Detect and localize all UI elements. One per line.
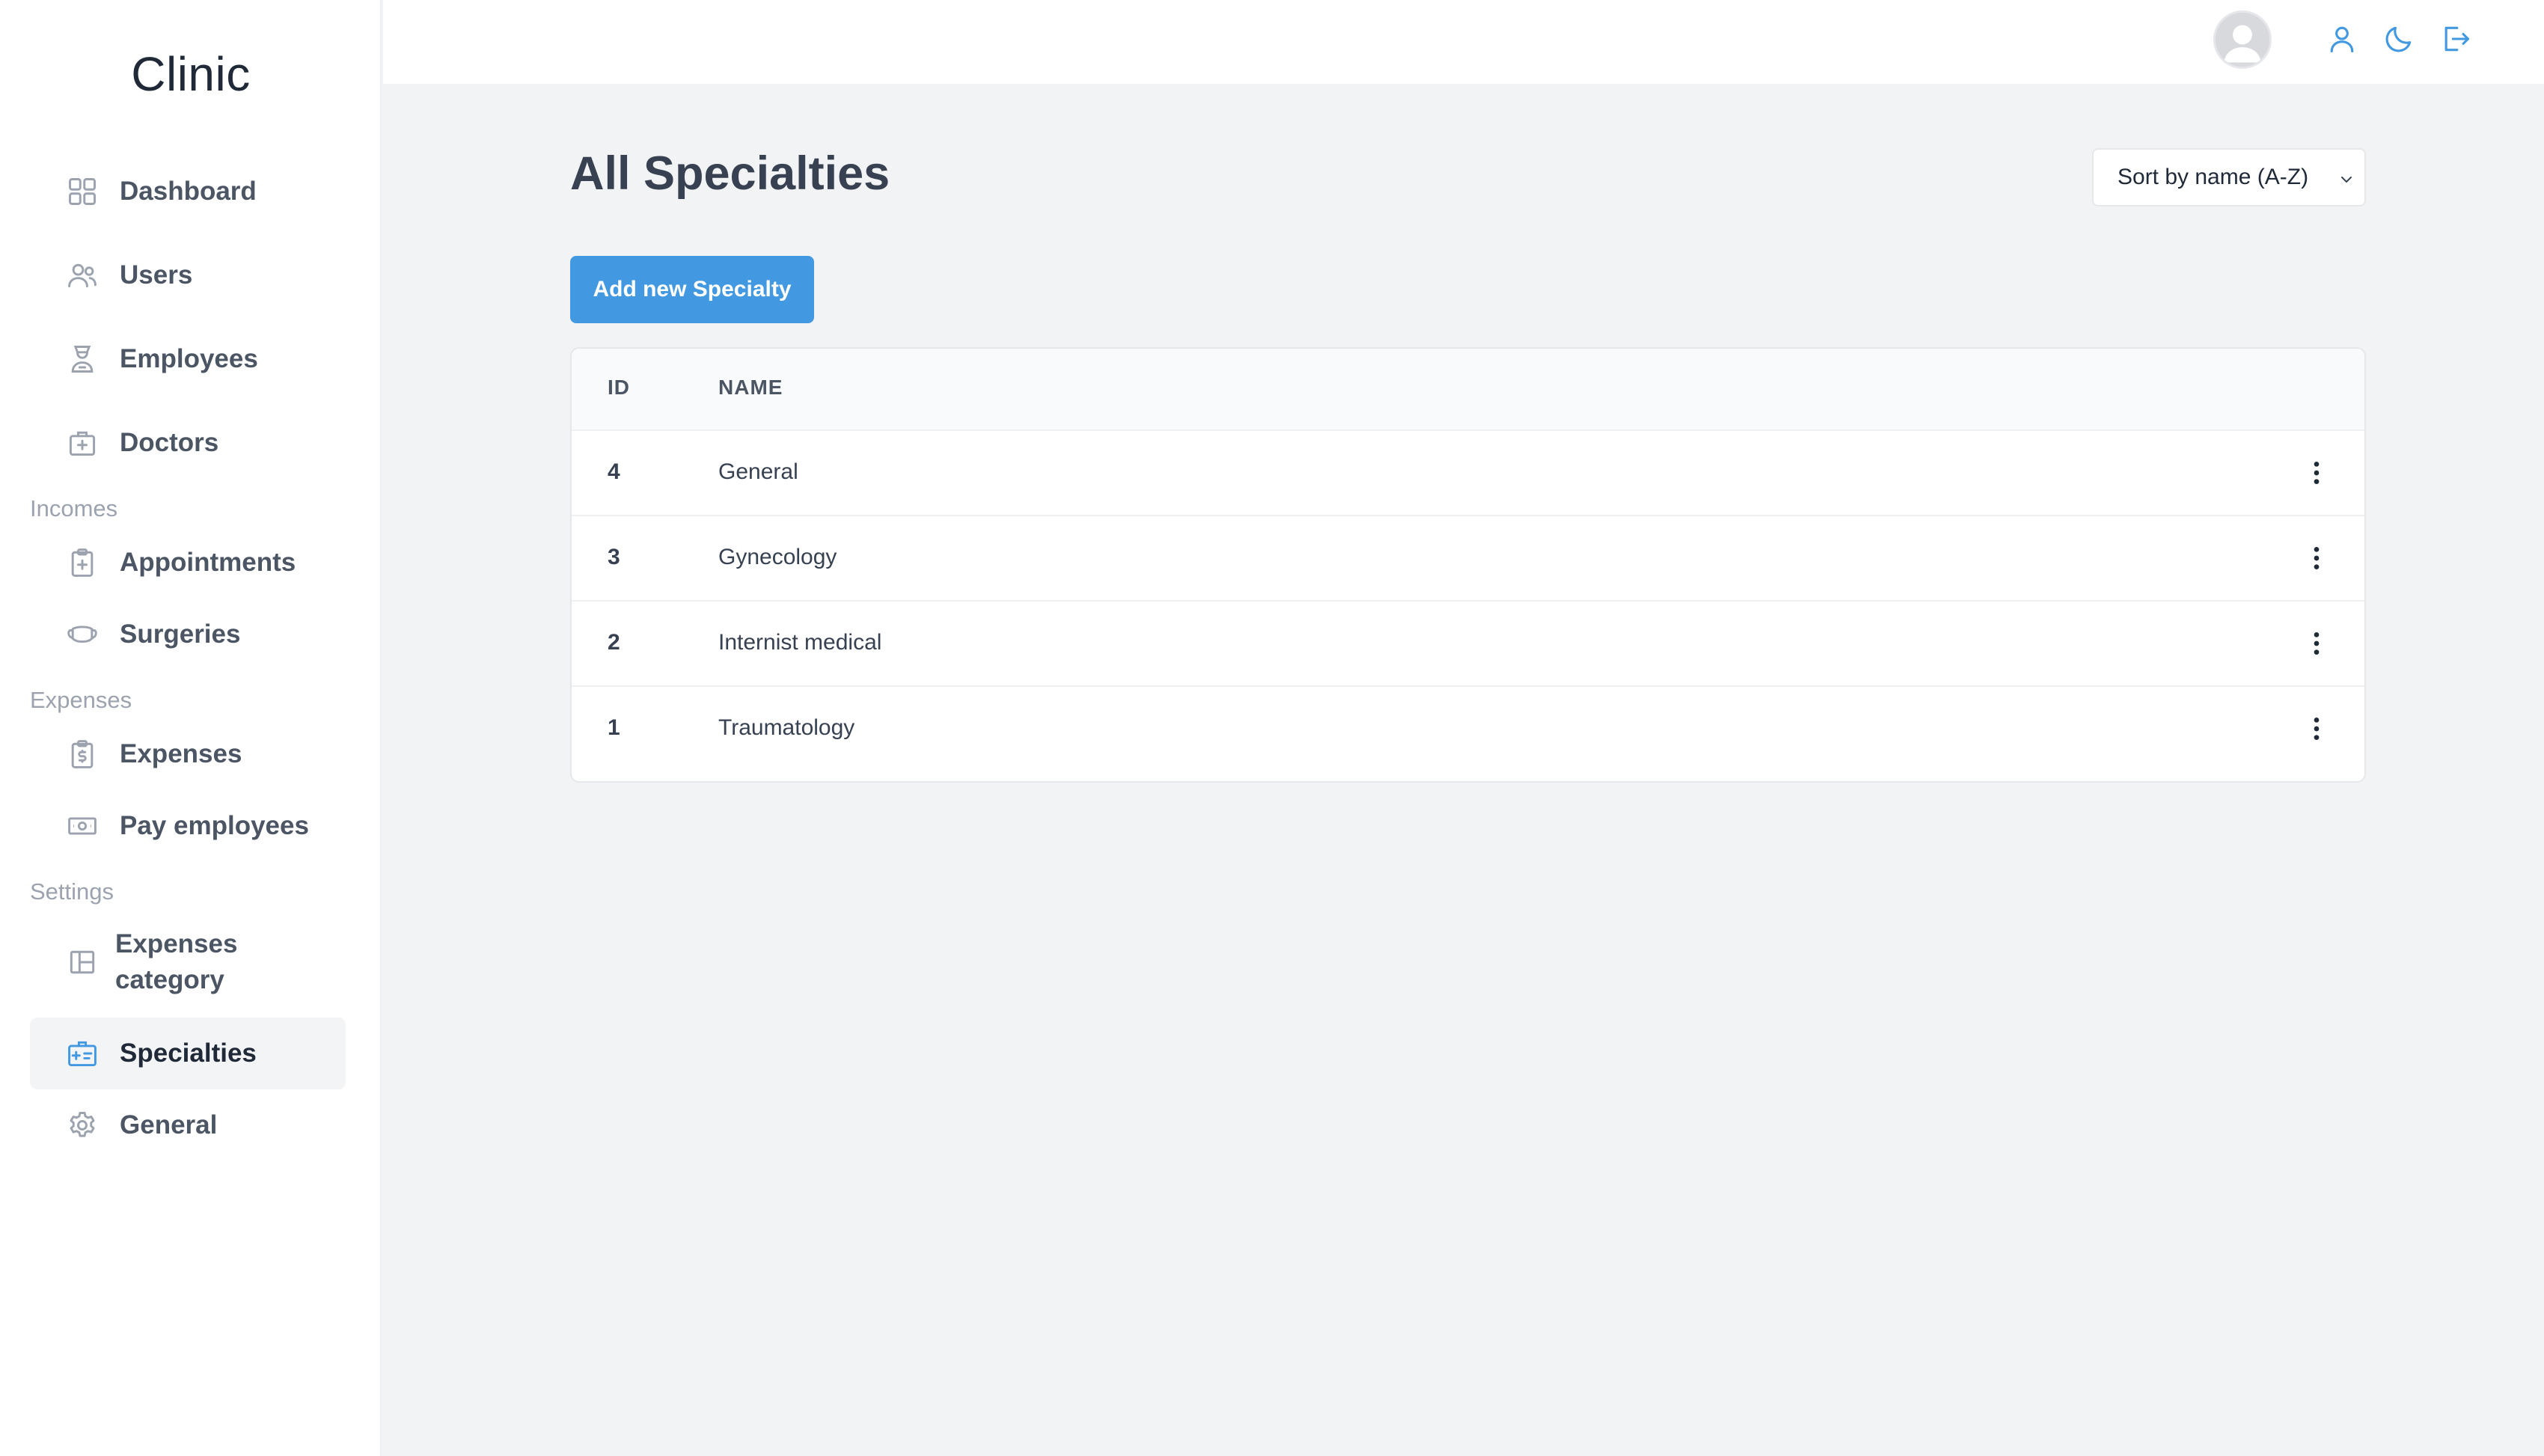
employee-icon xyxy=(66,343,99,376)
section-label-expenses: Expenses xyxy=(30,687,132,713)
banknote-icon xyxy=(66,810,99,842)
page-title: All Specialties xyxy=(570,147,890,200)
sidebar-item-label: Employees xyxy=(120,344,258,373)
cell-name: Traumatology xyxy=(718,715,855,740)
section-label-settings: Settings xyxy=(30,878,114,905)
table-header: ID NAME xyxy=(572,349,2364,431)
gear-icon xyxy=(66,1109,99,1142)
sidebar-item-label: Expenses xyxy=(120,739,242,768)
sidebar: Clinic Dashboard Users Employees Doctors… xyxy=(0,0,382,1456)
table-row: 4 General xyxy=(572,431,2364,516)
table-row: 2 Internist medical xyxy=(572,602,2364,687)
table-row: 1 Traumatology xyxy=(572,687,2364,772)
cell-id: 1 xyxy=(608,715,620,740)
section-label-incomes: Incomes xyxy=(30,495,118,521)
sidebar-item-label: Pay employees xyxy=(120,811,309,840)
sidebar-item-label: Users xyxy=(120,260,193,290)
row-actions-menu-icon[interactable] xyxy=(2300,627,2333,660)
sort-select[interactable]: Sort by name (A-Z) xyxy=(2092,148,2366,207)
sidebar-item-label: Dashboard xyxy=(120,177,257,206)
specialties-table: ID NAME 4 General 3 Gynecology 2 Interni… xyxy=(570,347,2366,783)
sidebar-item-label: Expenses category xyxy=(115,929,238,994)
moon-icon[interactable] xyxy=(2382,22,2415,55)
brand-logo: Clinic xyxy=(131,47,251,101)
users-icon xyxy=(66,259,99,292)
sort-select-value: Sort by name (A-Z) xyxy=(2118,165,2309,189)
row-actions-menu-icon[interactable] xyxy=(2300,712,2333,745)
cell-name: General xyxy=(718,459,798,484)
avatar[interactable] xyxy=(2213,10,2272,69)
sidebar-item-surgeries[interactable]: Surgeries xyxy=(30,599,346,670)
logout-icon[interactable] xyxy=(2439,22,2472,55)
doctor-bag-icon xyxy=(66,426,99,459)
chevron-down-icon xyxy=(2337,169,2355,187)
sidebar-item-label: Specialties xyxy=(120,1039,257,1068)
cell-name: Gynecology xyxy=(718,545,837,569)
row-actions-menu-icon[interactable] xyxy=(2300,542,2333,575)
column-header-id[interactable]: ID xyxy=(608,376,630,400)
mask-icon xyxy=(66,618,99,651)
sidebar-item-doctors[interactable]: Doctors xyxy=(30,407,346,479)
avatar-placeholder-icon xyxy=(2216,13,2269,67)
table-row: 3 Gynecology xyxy=(572,516,2364,602)
sidebar-item-dashboard[interactable]: Dashboard xyxy=(30,156,346,227)
id-card-icon xyxy=(66,1037,99,1070)
clipboard-plus-icon xyxy=(66,546,99,579)
cell-id: 3 xyxy=(608,545,620,569)
sidebar-item-employees[interactable]: Employees xyxy=(30,323,346,395)
cell-id: 2 xyxy=(608,630,620,655)
layout-icon xyxy=(66,946,99,979)
row-actions-menu-icon[interactable] xyxy=(2300,456,2333,489)
sidebar-item-pay-employees[interactable]: Pay employees xyxy=(30,790,346,862)
clipboard-dollar-icon xyxy=(66,738,99,771)
sidebar-item-label: Surgeries xyxy=(120,620,241,649)
sidebar-item-expenses[interactable]: Expenses xyxy=(30,718,346,790)
sidebar-item-label: General xyxy=(120,1110,218,1140)
sidebar-item-users[interactable]: Users xyxy=(30,239,346,311)
sidebar-item-label: Doctors xyxy=(120,428,219,457)
sidebar-item-appointments[interactable]: Appointments xyxy=(30,527,346,599)
cell-name: Internist medical xyxy=(718,630,882,655)
cell-id: 4 xyxy=(608,459,620,484)
user-icon[interactable] xyxy=(2326,22,2358,55)
sidebar-item-specialties[interactable]: Specialties xyxy=(30,1018,346,1089)
sidebar-item-expenses-category[interactable]: Expenses category xyxy=(30,917,346,1007)
sidebar-item-general[interactable]: General xyxy=(30,1089,346,1161)
dashboard-icon xyxy=(66,175,99,208)
column-header-name[interactable]: NAME xyxy=(718,376,783,400)
sidebar-item-label: Appointments xyxy=(120,548,296,577)
add-specialty-button[interactable]: Add new Specialty xyxy=(570,256,814,323)
